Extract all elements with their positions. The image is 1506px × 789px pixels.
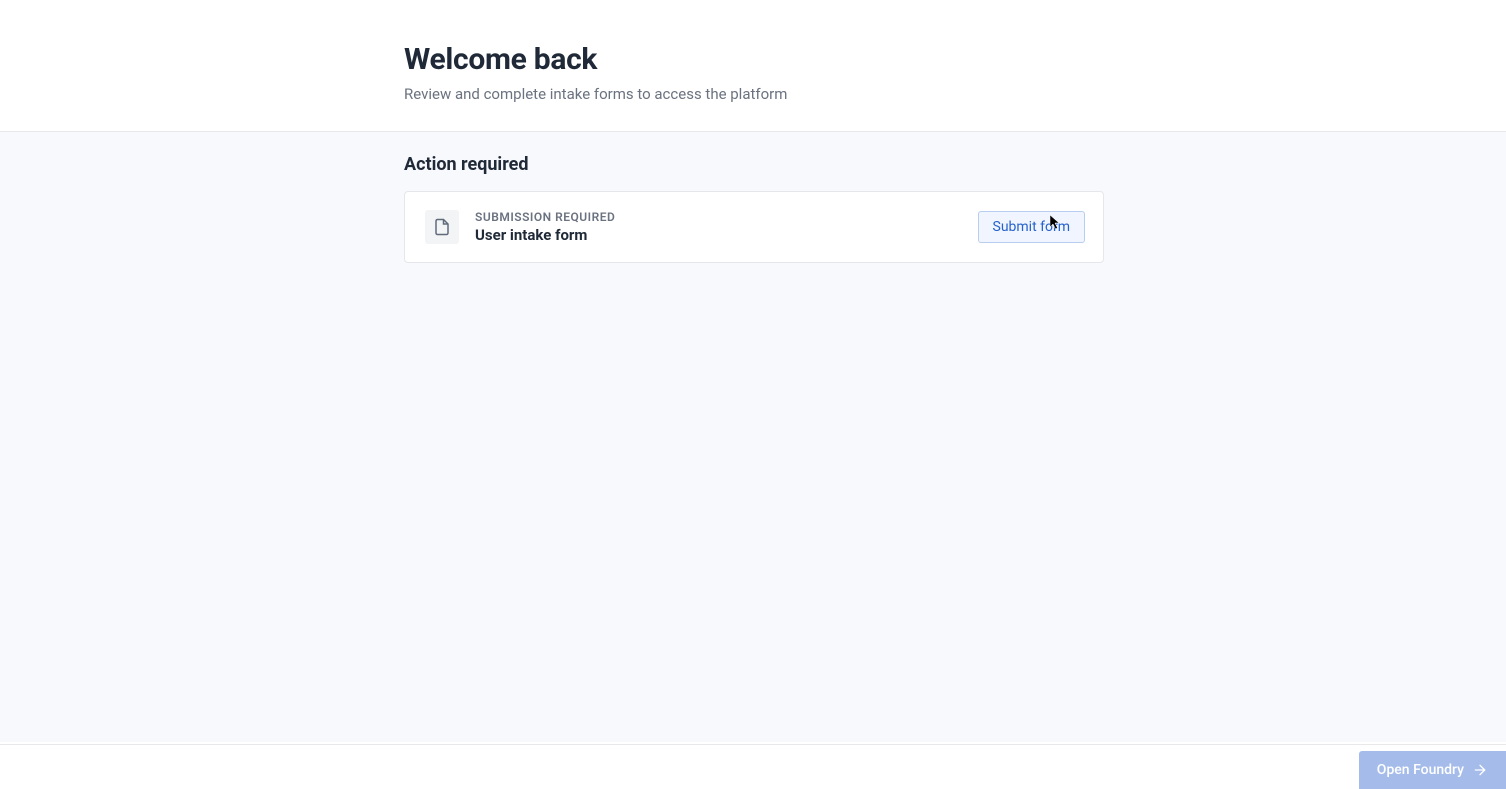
arrow-right-icon [1472, 762, 1488, 778]
action-card: SUBMISSION REQUIRED User intake form Sub… [404, 191, 1104, 263]
card-status-label: SUBMISSION REQUIRED [475, 210, 962, 224]
submit-form-button[interactable]: Submit form [978, 211, 1086, 243]
document-icon-box [425, 210, 459, 244]
header-section: Welcome back Review and complete intake … [0, 0, 1506, 132]
content-section: Action required SUBMISSION REQUIRED User… [0, 132, 1506, 742]
document-icon [433, 218, 451, 236]
page-subtitle: Review and complete intake forms to acce… [404, 85, 1506, 103]
open-foundry-button[interactable]: Open Foundry [1359, 751, 1506, 789]
card-form-name: User intake form [475, 226, 962, 244]
open-foundry-label: Open Foundry [1377, 762, 1464, 778]
footer-bar: Open Foundry [0, 744, 1506, 788]
page-title: Welcome back [404, 42, 1506, 77]
card-text: SUBMISSION REQUIRED User intake form [475, 210, 962, 244]
section-title: Action required [404, 154, 1506, 175]
